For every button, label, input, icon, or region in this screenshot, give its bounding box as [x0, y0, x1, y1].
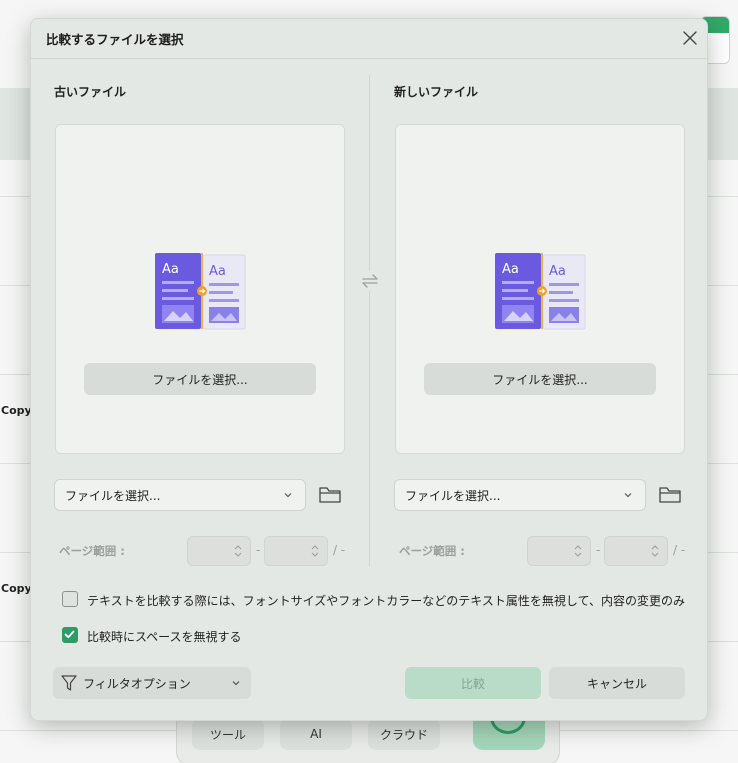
filter-options-label: フィルタオプション — [83, 677, 191, 691]
dock-tools-button[interactable]: ツール — [192, 718, 264, 750]
close-icon — [683, 31, 697, 45]
old-file-heading: 古いファイル — [54, 85, 127, 99]
swap-icon — [362, 274, 378, 288]
svg-text:Aa: Aa — [209, 264, 226, 279]
dialog-title: 比較するファイルを選択 — [46, 32, 184, 47]
svg-text:Aa: Aa — [502, 262, 519, 277]
old-file-pick-button[interactable]: ファイルを選択... — [84, 363, 316, 395]
svg-text:Aa: Aa — [162, 262, 179, 277]
ignore-format-checkbox[interactable] — [62, 591, 78, 607]
old-range-dash: - — [256, 543, 261, 557]
document-compare-illustration: Aa Aa — [155, 253, 246, 330]
title-divider — [31, 58, 709, 59]
chevron-down-icon — [624, 493, 632, 498]
new-range-total: / - — [673, 543, 686, 557]
close-button[interactable] — [679, 27, 701, 49]
old-file-select-value: ファイルを選択... — [65, 488, 161, 503]
new-range-dash: - — [596, 543, 601, 557]
compare-files-dialog: 比較するファイルを選択 古いファイル Aa Aa ファイルを選択... 新しいフ… — [30, 18, 709, 721]
folder-icon — [319, 487, 341, 503]
swap-files-button[interactable] — [360, 271, 380, 291]
new-file-select[interactable]: ファイルを選択... — [394, 479, 646, 511]
old-file-browse-button[interactable] — [318, 485, 342, 505]
old-range-total: / - — [333, 543, 346, 557]
new-file-browse-button[interactable] — [658, 485, 682, 505]
new-file-drop-area[interactable]: Aa Aa ファイルを選択... — [395, 124, 685, 454]
folder-icon — [659, 487, 681, 503]
new-file-select-value: ファイルを選択... — [405, 488, 501, 503]
filter-icon — [61, 675, 77, 691]
document-compare-illustration: Aa Aa — [495, 253, 586, 330]
ignore-spaces-checkbox[interactable] — [62, 627, 78, 643]
old-file-select[interactable]: ファイルを選択... — [54, 479, 306, 511]
chevron-down-icon — [232, 681, 240, 686]
checkmark-icon — [64, 630, 75, 639]
old-page-start-spinner[interactable] — [187, 536, 251, 566]
background-copy-label: Copy — [1, 404, 32, 417]
filter-options-button[interactable]: フィルタオプション — [53, 667, 251, 699]
new-page-range-label: ページ範囲 : — [399, 544, 465, 558]
compare-button[interactable]: 比較 — [405, 667, 541, 699]
column-divider — [369, 75, 370, 566]
ignore-spaces-label: 比較時にスペースを無視する — [87, 630, 242, 644]
spin-updown-icon — [651, 545, 659, 557]
background-copy-label: Copy — [1, 582, 32, 595]
cancel-button[interactable]: キャンセル — [549, 667, 685, 699]
new-file-pick-button[interactable]: ファイルを選択... — [424, 363, 656, 395]
spin-updown-icon — [311, 545, 319, 557]
old-page-end-spinner[interactable] — [264, 536, 328, 566]
old-file-drop-area[interactable]: Aa Aa ファイルを選択... — [55, 124, 345, 454]
new-page-start-spinner[interactable] — [527, 536, 591, 566]
spin-updown-icon — [234, 545, 242, 557]
dock-cloud-button[interactable]: クラウド — [368, 718, 440, 750]
new-page-end-spinner[interactable] — [604, 536, 668, 566]
ignore-format-label: テキストを比較する際には、フォントサイズやフォントカラーなどのテキスト属性を無視… — [87, 594, 685, 608]
new-file-heading: 新しいファイル — [394, 85, 479, 99]
chevron-down-icon — [284, 493, 292, 498]
old-page-range-label: ページ範囲 : — [59, 544, 125, 558]
spin-updown-icon — [574, 545, 582, 557]
dock-ai-button[interactable]: AI — [280, 718, 352, 750]
svg-text:Aa: Aa — [549, 264, 566, 279]
